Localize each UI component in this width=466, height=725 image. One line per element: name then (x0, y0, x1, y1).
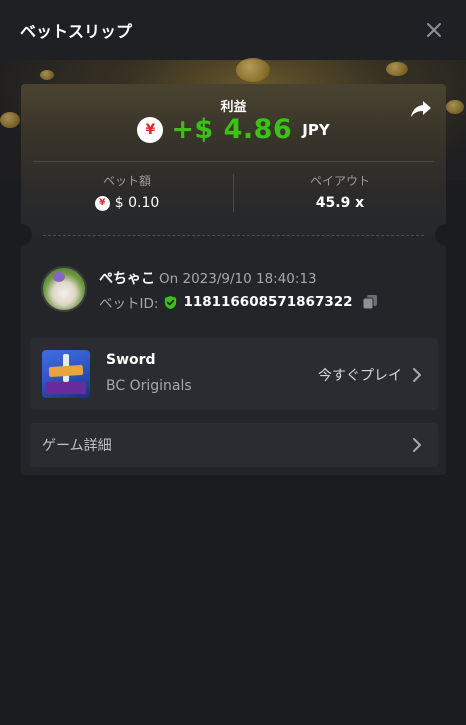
bet-amount-value-row: ¥ $ 0.10 (21, 195, 233, 211)
play-now-label: 今すぐプレイ (318, 368, 402, 384)
coin-decoration (40, 70, 54, 80)
profit-row: ¥ +$ 4.86 JPY (21, 114, 446, 145)
bet-amount-label: ベット額 (102, 174, 151, 188)
play-now-button[interactable]: 今すぐプレイ (318, 365, 422, 385)
game-thumbnail (42, 350, 90, 398)
bet-slip-panel: 利益 ¥ +$ 4.86 JPY ベット額 ¥ $ 0.10 ペイアウト 45.… (21, 84, 446, 475)
profit-currency: JPY (302, 120, 330, 139)
game-card[interactable]: Sword BC Originals 今すぐプレイ (30, 338, 438, 410)
chevron-right-icon (413, 368, 421, 382)
share-icon[interactable] (410, 100, 432, 120)
shield-check-icon (165, 295, 177, 309)
avatar[interactable] (41, 266, 87, 312)
game-name: Sword (106, 352, 156, 368)
page-title: ベットスリップ (20, 22, 133, 41)
bet-id-label: ベットID: (99, 296, 159, 312)
yen-icon: ¥ (94, 195, 110, 211)
payout-stat: ペイアウト 45.9 x (234, 172, 446, 211)
chevron-right-icon (413, 438, 421, 452)
avatar-flower (53, 272, 65, 282)
game-details-label: ゲーム詳細 (42, 438, 112, 454)
bet-amount-stat: ベット額 ¥ $ 0.10 (21, 172, 233, 211)
game-provider: BC Originals (106, 378, 192, 394)
bet-user-info: ぺちゃこ On 2023/9/10 18:40:13 ベットID: 1181166… (41, 266, 431, 312)
username-row: ぺちゃこ On 2023/9/10 18:40:13 (99, 268, 317, 288)
payout-label: ペイアウト (309, 174, 370, 188)
divider (33, 161, 434, 162)
header: ベットスリップ (0, 0, 466, 60)
ticket-notch (435, 224, 446, 246)
close-icon[interactable] (422, 18, 446, 42)
username[interactable]: ぺちゃこ (99, 271, 155, 287)
profit-summary: 利益 ¥ +$ 4.86 JPY ベット額 ¥ $ 0.10 ペイアウト 45.… (21, 84, 446, 236)
bet-amount-value: $ 0.10 (114, 195, 160, 211)
bet-id-value: 118116608571867322 (183, 294, 353, 310)
profit-label: 利益 (220, 100, 247, 115)
bet-date: On 2023/9/10 18:40:13 (159, 271, 317, 287)
coin-decoration (446, 100, 464, 114)
coin-decoration (386, 62, 408, 76)
coin-decoration (0, 112, 20, 128)
yen-icon: ¥ (137, 116, 164, 143)
coin-decoration (236, 58, 270, 82)
payout-value: 45.9 x (315, 195, 365, 211)
bet-id-row: ベットID: 118116608571867322 (99, 292, 378, 312)
dashed-divider (43, 235, 424, 236)
game-logo-band (48, 364, 84, 378)
copy-icon[interactable] (362, 294, 378, 310)
game-logo-subtitle (46, 382, 86, 394)
payout-value-row: 45.9 x (234, 195, 446, 211)
share-icon-svg (411, 101, 431, 117)
game-details-button[interactable]: ゲーム詳細 (30, 423, 438, 467)
profit-amount: +$ 4.86 (171, 114, 293, 145)
close-icon-svg (427, 23, 441, 37)
